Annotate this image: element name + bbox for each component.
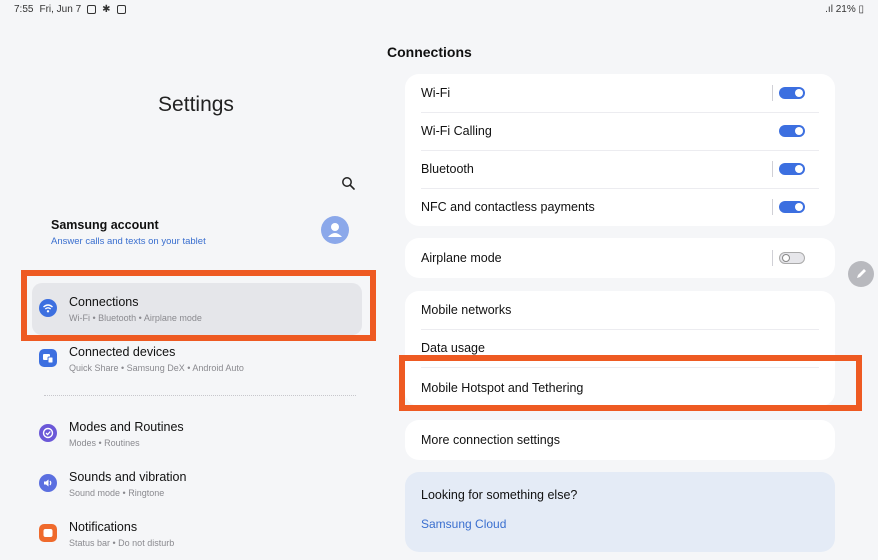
sidebar-item-subtitle: Quick Share • Samsung DeX • Android Auto [69,363,244,373]
search-icon[interactable] [341,176,355,190]
edit-fab[interactable] [848,261,874,287]
sound-icon [39,474,57,492]
pencil-icon [857,269,866,278]
status-bar: 7:55 Fri, Jun 7 ✱ [14,4,126,15]
wifi-toggle[interactable] [779,87,805,99]
modes-icon [39,424,57,442]
wifi-label: Wi-Fi [421,86,451,100]
airplane-label: Airplane mode [421,251,502,265]
sidebar-item-sounds-vibration[interactable]: Sounds and vibration Sound mode • Ringto… [32,458,362,510]
airplane-card: Airplane mode [405,238,835,278]
account-subtitle: Answer calls and texts on your tablet [51,236,206,247]
more-settings-row[interactable]: More connection settings [421,421,819,459]
sidebar-item-modes-routines[interactable]: Modes and Routines Modes • Routines [32,408,362,460]
separator [772,199,773,215]
nfc-label: NFC and contactless payments [421,200,595,214]
separator [772,85,773,101]
screenshot-icon [116,5,126,14]
separator [772,250,773,266]
battery-status: .ıl 21% ▯ [825,4,864,15]
sidebar-item-subtitle: Status bar • Do not disturb [69,538,175,548]
signal-icon: .ıl [825,4,836,15]
wifi-calling-label: Wi-Fi Calling [421,124,492,138]
sidebar-item-label: Modes and Routines [69,420,184,434]
gallery-icon [87,5,97,14]
mobile-networks-label: Mobile networks [421,303,512,317]
looking-for-card: Looking for something else? Samsung Clou… [405,472,835,552]
person-icon [328,223,342,237]
section-title: Connections [387,44,472,60]
wifi-calling-toggle[interactable] [779,125,805,137]
nfc-toggle[interactable] [779,201,805,213]
nfc-row[interactable]: NFC and contactless payments [421,188,819,226]
sidebar-item-label: Sounds and vibration [69,470,187,484]
sidebar-item-subtitle: Modes • Routines [69,438,140,448]
bluetooth-label: Bluetooth [421,162,474,176]
more-settings-label: More connection settings [421,433,560,447]
status-date: Fri, Jun 7 [39,4,82,15]
airplane-row[interactable]: Airplane mode [421,239,819,277]
page-title: Settings [158,93,234,116]
battery-icon: ▯ [855,4,864,15]
airplane-toggle[interactable] [779,252,805,264]
samsung-cloud-link[interactable]: Samsung Cloud [421,517,506,531]
notifications-icon [39,524,57,542]
sidebar-item-label: Connected devices [69,345,176,359]
avatar[interactable] [321,216,349,244]
devices-icon [39,349,57,367]
more-card: More connection settings [405,420,835,460]
wifi-calling-row[interactable]: Wi-Fi Calling [421,112,819,151]
sidebar-item-notifications[interactable]: Notifications Status bar • Do not distur… [32,508,362,560]
divider [44,395,356,396]
account-name[interactable]: Samsung account [51,218,159,232]
bluetooth-row[interactable]: Bluetooth [421,150,819,189]
status-time: 7:55 [14,4,34,15]
highlight-hotspot-box [399,355,862,411]
separator [772,161,773,177]
data-usage-label: Data usage [421,341,485,355]
wifi-row[interactable]: Wi-Fi [421,74,819,113]
sidebar-item-subtitle: Sound mode • Ringtone [69,488,165,498]
mobile-networks-row[interactable]: Mobile networks [421,291,819,330]
looking-title: Looking for something else? [421,488,578,502]
bluetooth-toggle[interactable] [779,163,805,175]
toggles-card: Wi-Fi Wi-Fi Calling Bluetooth NFC and co… [405,74,835,226]
settings-gear-icon: ✱ [102,4,111,15]
highlight-connections-box [21,270,376,341]
battery-level: 21% [835,4,856,15]
sidebar-item-label: Notifications [69,520,138,534]
